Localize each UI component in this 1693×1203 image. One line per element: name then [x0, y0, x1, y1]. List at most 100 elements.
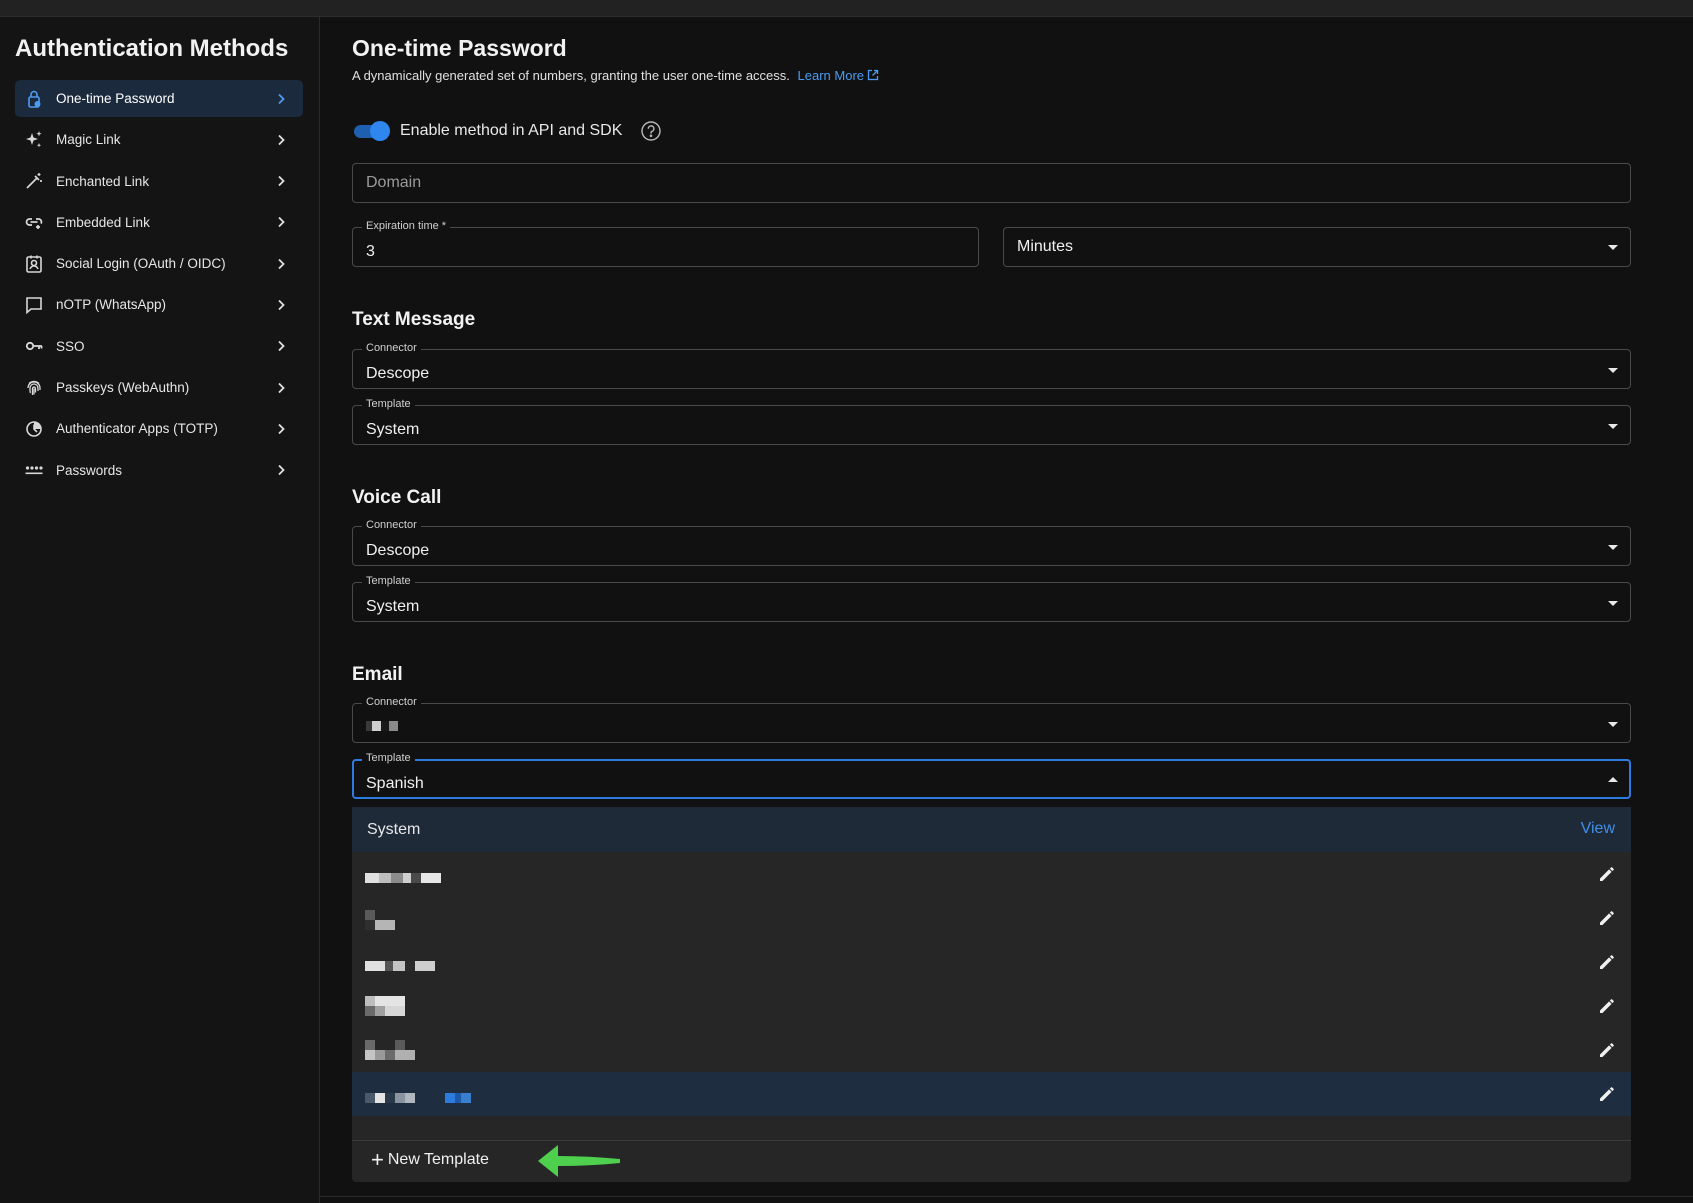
enable-method-toggle[interactable] [352, 121, 390, 141]
dropdown-option[interactable] [352, 896, 1631, 940]
view-link[interactable]: View [1581, 820, 1615, 838]
chevron-right-icon [271, 295, 291, 315]
chevron-right-icon [271, 378, 291, 398]
plus-icon: + [371, 1147, 384, 1172]
sidebar-title: Authentication Methods [15, 35, 289, 62]
edit-pencil-icon[interactable] [1597, 1040, 1617, 1060]
domain-input[interactable]: Domain [352, 163, 1631, 203]
redacted-connector-value [366, 717, 398, 735]
redacted-template-name [365, 996, 405, 1016]
top-bar [0, 0, 1693, 17]
toggle-knob [370, 121, 390, 141]
sidebar-item-enchanted-link[interactable]: Enchanted Link [15, 163, 303, 200]
dropdown-option[interactable] [352, 940, 1631, 984]
expiration-time-value: 3 [366, 243, 375, 260]
edit-pencil-icon[interactable] [1597, 996, 1617, 1016]
page-title: One-time Password [352, 35, 567, 61]
email-title: Email [352, 664, 403, 685]
caret-down-icon [1608, 245, 1618, 250]
connector-label: Connector [362, 342, 421, 354]
email-connector-select[interactable]: Connector [352, 696, 1631, 743]
caret-down-icon [1608, 424, 1618, 429]
email-template-select[interactable]: Template Spanish [352, 752, 1631, 799]
learn-more-link[interactable]: Learn More [798, 68, 879, 83]
sidebar-item-label: SSO [56, 338, 85, 354]
expiration-unit-select[interactable]: Minutes [1003, 227, 1631, 267]
dropdown-option[interactable] [352, 984, 1631, 1028]
template-label: Template [362, 398, 415, 410]
sidebar-item-authenticator-apps[interactable]: Authenticator Apps (TOTP) [15, 410, 303, 447]
sidebar-item-label: Magic Link [56, 132, 121, 148]
redacted-template-name [365, 957, 435, 971]
template-label: Template [362, 752, 415, 764]
sidebar-item-label: One-time Password [56, 91, 175, 106]
text-message-title: Text Message [352, 309, 476, 330]
chevron-right-icon [271, 212, 291, 232]
sidebar-item-label: Passwords [56, 462, 123, 478]
dropdown-footer: + New Template [352, 1141, 1631, 1182]
connector-label: Connector [362, 519, 421, 531]
sidebar-item-notp-whatsapp[interactable]: nOTP (WhatsApp) [15, 286, 303, 323]
voice-call-connector-select[interactable]: Connector Descope [352, 519, 1631, 566]
sidebar-item-magic-link[interactable]: Magic Link [15, 121, 303, 158]
sidebar-item-passwords[interactable]: Passwords [15, 452, 303, 489]
voice-call-template-select[interactable]: Template System [352, 575, 1631, 622]
sidebar-item-one-time-password[interactable]: One-time Password [15, 80, 303, 117]
redacted-template-name [365, 1089, 471, 1103]
chevron-right-icon [271, 460, 291, 480]
chevron-right-icon [271, 89, 291, 109]
template-value: Spanish [366, 775, 424, 792]
connector-value: Descope [366, 542, 430, 559]
fingerprint-icon [24, 378, 44, 398]
edit-pencil-icon[interactable] [1597, 908, 1617, 928]
external-link-icon [867, 69, 879, 81]
dropdown-option-selected[interactable] [352, 1072, 1631, 1116]
caret-up-icon [1608, 777, 1618, 782]
edit-pencil-icon[interactable] [1597, 952, 1617, 972]
description-text: A dynamically generated set of numbers, … [352, 68, 790, 83]
caret-down-icon [1608, 601, 1618, 606]
sidebar-item-social-login[interactable]: Social Login (OAuth / OIDC) [15, 245, 303, 282]
template-dropdown-menu: System View + New Template [352, 807, 1631, 1182]
chat-bubble-icon [24, 295, 44, 315]
redacted-template-name [365, 1040, 415, 1060]
expiration-time-label: Expiration time * [362, 220, 451, 232]
key-icon [24, 336, 44, 356]
enable-method-label: Enable method in API and SDK [400, 122, 623, 139]
edit-pencil-icon[interactable] [1597, 1084, 1617, 1104]
template-value: System [366, 598, 420, 615]
sidebar-item-embedded-link[interactable]: Embedded Link [15, 204, 303, 241]
dropdown-option[interactable] [352, 1028, 1631, 1072]
sidebar-item-passkeys[interactable]: Passkeys (WebAuthn) [15, 369, 303, 406]
new-template-label: New Template [387, 1151, 489, 1168]
password-dots-icon [24, 460, 44, 480]
connector-label: Connector [362, 696, 421, 708]
edit-pencil-icon[interactable] [1597, 864, 1617, 884]
timer-icon [24, 419, 44, 439]
chevron-right-icon [271, 254, 291, 274]
chevron-right-icon [271, 171, 291, 191]
bottom-divider [320, 1196, 1693, 1197]
domain-placeholder: Domain [366, 174, 422, 191]
help-icon[interactable] [640, 120, 662, 142]
new-template-button[interactable]: + New Template [371, 1147, 489, 1172]
magic-wand-icon [24, 171, 44, 191]
learn-more-label: Learn More [797, 68, 865, 83]
text-message-template-select[interactable]: Template System [352, 398, 1631, 445]
dropdown-option-system[interactable]: System View [352, 807, 1631, 852]
contact-card-icon [24, 254, 44, 274]
caret-down-icon [1608, 368, 1618, 373]
redacted-template-name [365, 869, 441, 883]
sidebar-item-sso[interactable]: SSO [15, 328, 303, 365]
expiration-time-input[interactable]: Expiration time * 3 [352, 220, 979, 267]
caret-down-icon [1608, 545, 1618, 550]
sidebar-item-label: Embedded Link [56, 214, 150, 230]
dropdown-option[interactable] [352, 852, 1631, 896]
sidebar-item-label: Social Login (OAuth / OIDC) [56, 256, 226, 272]
text-message-connector-select[interactable]: Connector Descope [352, 342, 1631, 389]
voice-call-title: Voice Call [352, 487, 442, 508]
caret-down-icon [1608, 722, 1618, 727]
connector-value: Descope [366, 365, 430, 382]
link-icon [24, 212, 44, 232]
sparkles-icon [24, 130, 44, 150]
